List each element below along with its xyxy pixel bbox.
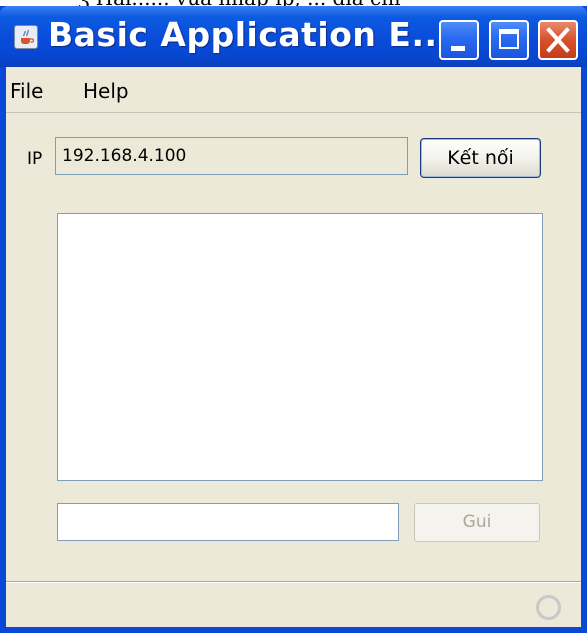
ip-address-input[interactable] [55, 137, 408, 175]
close-icon [546, 27, 570, 53]
menu-bar: File Help [6, 67, 581, 113]
maximize-icon [499, 29, 519, 49]
status-bar-separator [6, 581, 581, 583]
minimize-icon [451, 46, 465, 51]
window-title: Basic Application E... [48, 15, 451, 54]
app-window: Basic Application E... File Help IP Kết … [0, 6, 587, 633]
busy-indicator-icon [536, 595, 561, 620]
maximize-button[interactable] [489, 20, 529, 60]
ip-label: IP [27, 149, 43, 169]
title-bar[interactable]: Basic Application E... [0, 6, 587, 67]
java-coffee-cup-icon[interactable] [14, 25, 38, 49]
message-log-area[interactable] [57, 213, 543, 481]
message-input[interactable] [57, 503, 399, 541]
connect-button[interactable]: Kết nối [420, 138, 541, 178]
minimize-button[interactable] [439, 20, 479, 60]
menu-help[interactable]: Help [83, 79, 129, 103]
close-button[interactable] [538, 20, 578, 60]
send-button[interactable]: Gui [414, 503, 540, 542]
menu-file[interactable]: File [10, 79, 43, 103]
